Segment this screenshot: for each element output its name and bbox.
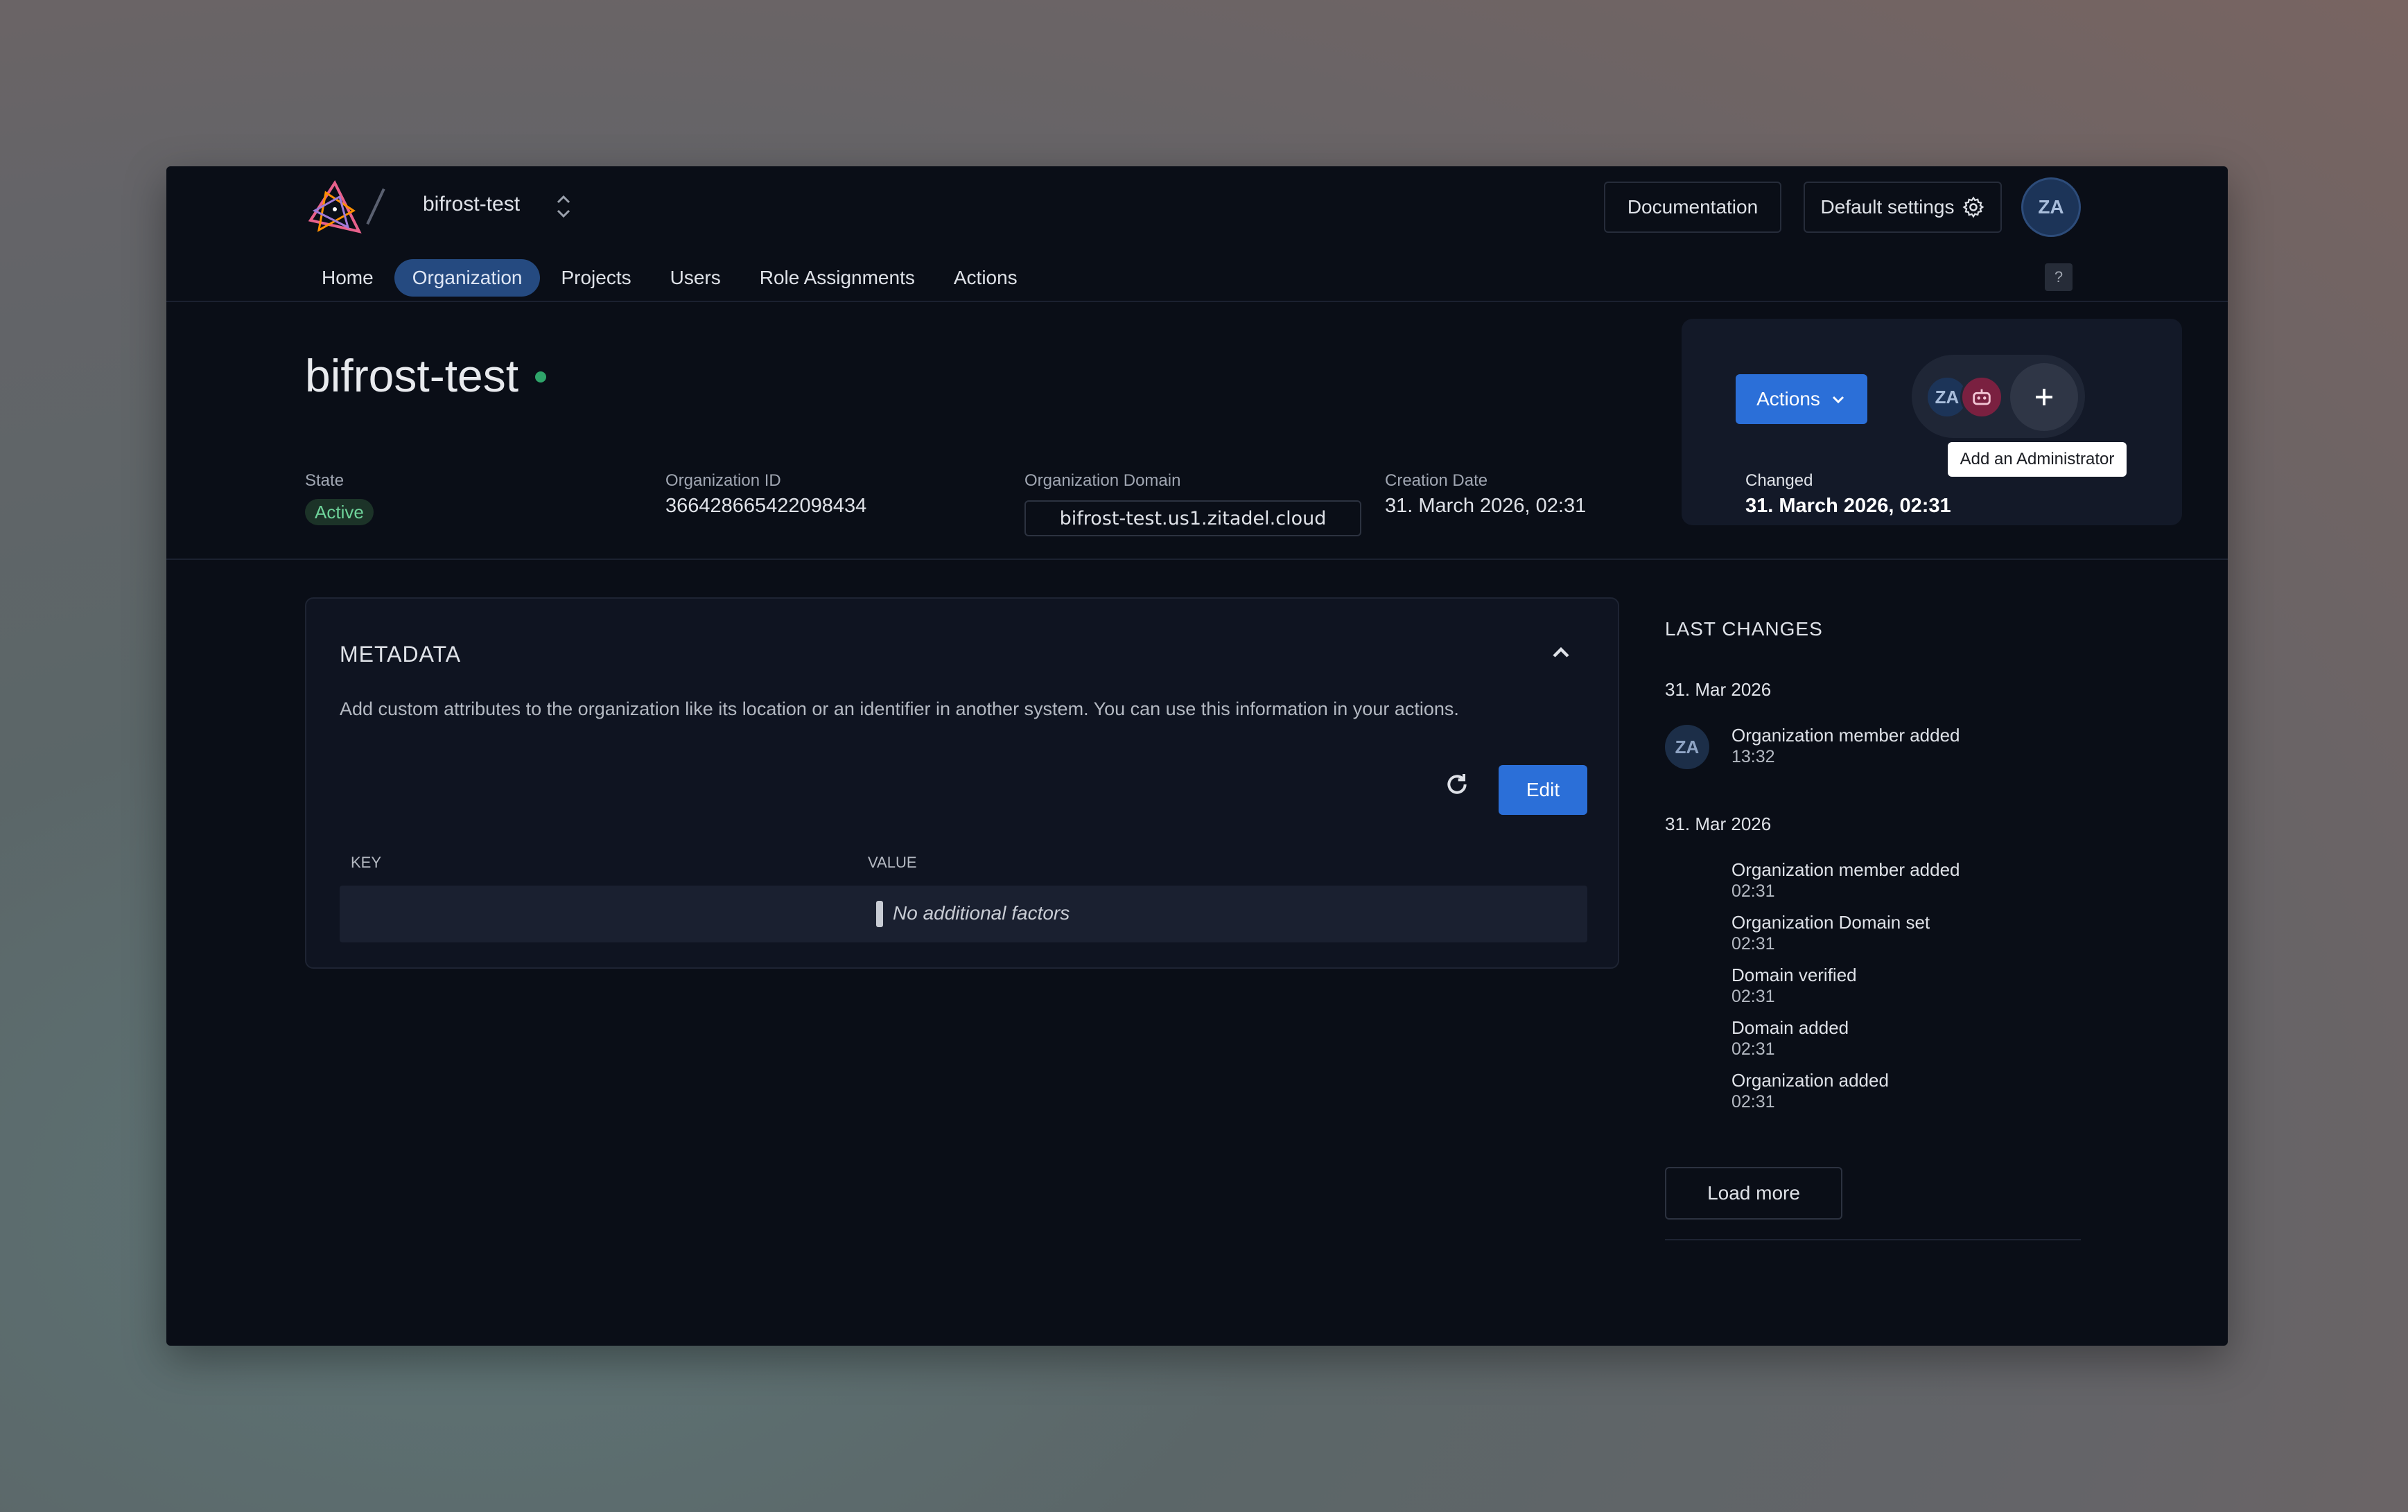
change-event-time: 02:31 — [1731, 881, 1775, 901]
nav-item-organization[interactable]: Organization — [394, 259, 541, 297]
column-header-value: VALUE — [868, 854, 917, 871]
page-title: bifrost-test — [305, 350, 519, 401]
zitadel-logo-icon[interactable] — [305, 179, 365, 238]
change-event-name: Organization member added — [1731, 725, 1960, 746]
nav-item-home[interactable]: Home — [304, 259, 392, 297]
help-button[interactable]: ? — [2045, 263, 2073, 291]
nav-item-role-assignments[interactable]: Role Assignments — [742, 259, 933, 297]
chevron-up-icon[interactable] — [1547, 639, 1575, 667]
user-avatar[interactable]: ZA — [2021, 177, 2081, 237]
refresh-icon[interactable] — [1443, 771, 1471, 798]
top-header: bifrost-test Documentation Default setti… — [166, 166, 2228, 302]
column-header-key: KEY — [351, 854, 382, 871]
nav-item-users[interactable]: Users — [652, 259, 739, 297]
actions-dropdown-button[interactable]: Actions — [1736, 374, 1867, 424]
metadata-card: METADATA Add custom attributes to the or… — [305, 597, 1619, 969]
documentation-button[interactable]: Documentation — [1604, 182, 1781, 233]
empty-table-row: No additional factors — [340, 886, 1587, 942]
org-id-label: Organization ID — [665, 471, 781, 490]
app-window: bifrost-test Documentation Default setti… — [166, 166, 2228, 1346]
org-domain-label: Organization Domain — [1024, 471, 1181, 490]
divider — [1665, 1239, 2081, 1240]
creation-date-label: Creation Date — [1385, 471, 1488, 490]
status-badge: Active — [305, 499, 374, 525]
change-group-date: 31. Mar 2026 — [1665, 814, 1772, 834]
nav-item-actions[interactable]: Actions — [936, 259, 1036, 297]
org-context-name[interactable]: bifrost-test — [423, 193, 520, 216]
change-event-name: Organization member added — [1731, 859, 1960, 880]
change-author-avatar: ZA — [1665, 725, 1709, 769]
org-switcher-chevron-icon[interactable] — [551, 191, 576, 222]
status-dot — [535, 371, 546, 383]
metadata-title: METADATA — [340, 642, 462, 667]
org-overview: bifrost-test State Active Organization I… — [166, 302, 2228, 560]
nav-item-projects[interactable]: Projects — [543, 259, 649, 297]
change-event-time: 02:31 — [1731, 1039, 1775, 1059]
administrators-group: ZA — [1912, 355, 2085, 438]
change-event-name: Organization Domain set — [1731, 912, 1930, 933]
add-administrator-button[interactable] — [2010, 363, 2078, 431]
creation-date-value: 31. March 2026, 02:31 — [1385, 495, 1587, 517]
add-administrator-tooltip: Add an Administrator — [1948, 442, 2127, 477]
change-event-name: Domain added — [1731, 1017, 1849, 1038]
metadata-description: Add custom attributes to the organizatio… — [340, 698, 1459, 719]
change-event-name: Organization added — [1731, 1070, 1889, 1091]
plus-icon — [2036, 389, 2052, 405]
org-domain-value[interactable]: bifrost-test.us1.zitadel.cloud — [1024, 500, 1361, 536]
main-nav: Home Organization Projects Users Role As… — [304, 259, 1038, 297]
change-group-date: 31. Mar 2026 — [1665, 679, 1772, 700]
change-event-time: 02:31 — [1731, 934, 1775, 953]
last-changes-title: LAST CHANGES — [1665, 618, 1823, 640]
actions-button-label: Actions — [1756, 388, 1820, 410]
default-settings-button[interactable]: Default settings — [1804, 182, 2002, 233]
org-id-value: 366428665422098434 — [665, 495, 867, 517]
change-event-name: Domain verified — [1731, 965, 1857, 985]
change-event-time: 02:31 — [1731, 987, 1775, 1006]
empty-state-text: No additional factors — [893, 902, 1070, 924]
chevron-down-icon — [1832, 396, 1844, 404]
state-label: State — [305, 471, 344, 490]
actions-card: Actions ZA Add an Administrator Changed … — [1682, 319, 2182, 525]
change-event-time: 13:32 — [1731, 747, 1775, 766]
default-settings-label: Default settings — [1820, 196, 1955, 218]
edit-metadata-button[interactable]: Edit — [1499, 765, 1587, 815]
changed-value: 31. March 2026, 02:31 — [1745, 495, 1951, 517]
breadcrumb-divider — [366, 188, 385, 225]
change-event-time: 02:31 — [1731, 1092, 1775, 1111]
changed-label: Changed — [1745, 471, 1813, 490]
robot-admin-avatar-icon[interactable] — [1960, 376, 2003, 419]
gear-icon — [1962, 196, 1984, 218]
exclamation-icon — [876, 901, 883, 927]
load-more-button[interactable]: Load more — [1665, 1167, 1842, 1220]
